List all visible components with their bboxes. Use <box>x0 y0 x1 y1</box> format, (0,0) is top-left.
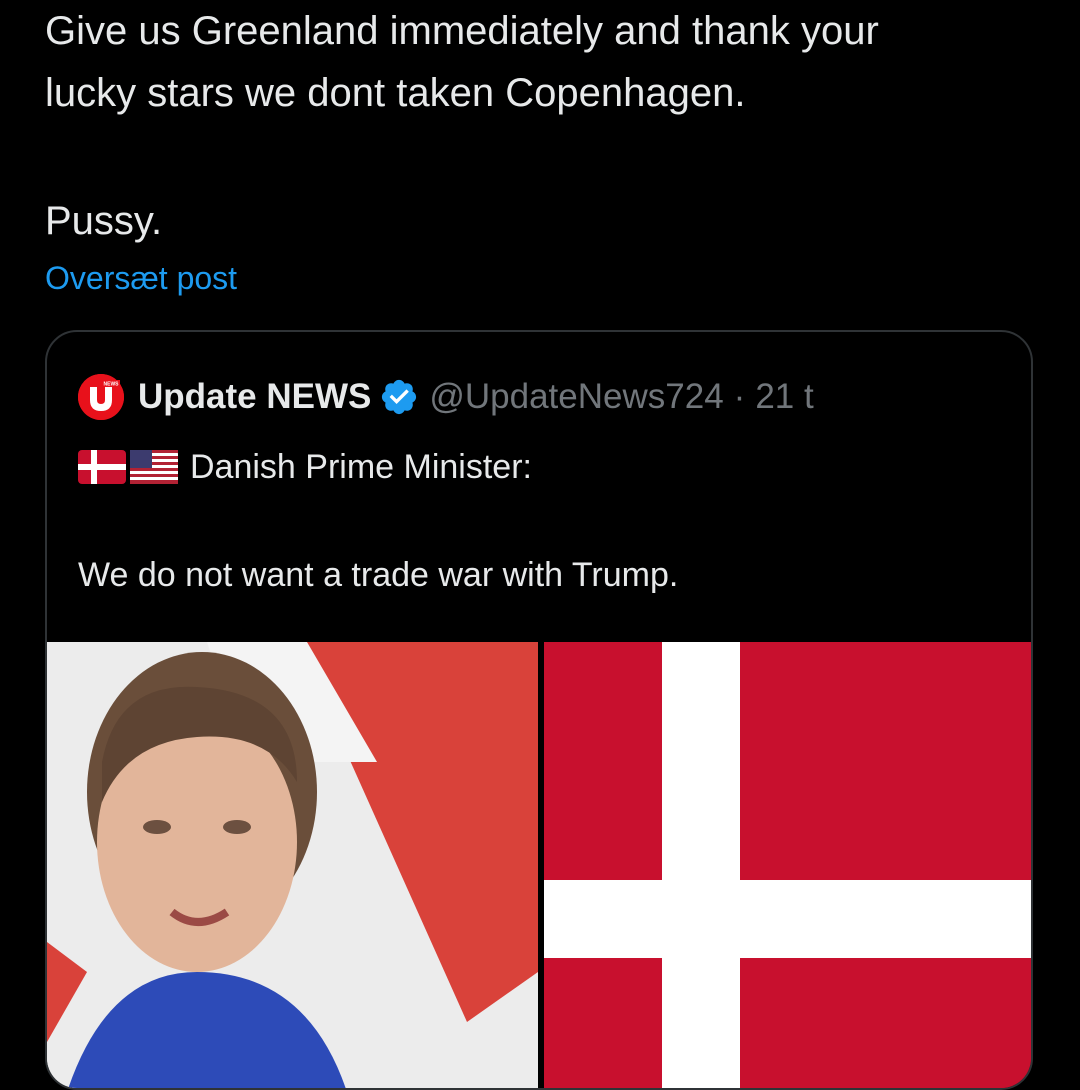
danish-flag-icon <box>78 450 126 484</box>
post-text-line-2: lucky stars we dont taken Copenhagen. <box>45 71 746 115</box>
quoted-handle[interactable]: @UpdateNews724 <box>429 377 723 417</box>
quoted-title-text: Danish Prime Minister: <box>190 447 532 486</box>
quoted-post-title: Danish Prime Minister: <box>78 442 532 492</box>
photo-danish-flag[interactable] <box>544 642 1031 1088</box>
quoted-post-body: We do not want a trade war with Trump. <box>78 556 679 594</box>
translate-post-link[interactable]: Oversæt post <box>45 258 237 298</box>
svg-text:NEWS: NEWS <box>104 382 120 388</box>
photo-woman-speaking[interactable] <box>47 642 538 1088</box>
quoted-timestamp[interactable]: 21 t <box>755 377 813 417</box>
us-flag-icon <box>130 450 178 484</box>
separator-dot: · <box>733 377 746 416</box>
post-text-line-1: Give us Greenland immediately and thank … <box>45 9 879 53</box>
verified-badge-icon <box>382 379 417 415</box>
post-text-line-3: Pussy. <box>45 199 163 243</box>
update-news-logo-icon[interactable]: NEWS <box>78 374 124 420</box>
quoted-display-name[interactable]: Update NEWS <box>138 377 371 417</box>
quoted-media-grid <box>47 642 1031 1088</box>
quoted-post-card[interactable]: NEWS Update NEWS @UpdateNews724 · 21 t D <box>45 330 1033 1090</box>
quoted-post-header: NEWS Update NEWS @UpdateNews724 · 21 t <box>78 372 814 422</box>
post-text: Give us Greenland immediately and thank … <box>45 0 1045 252</box>
